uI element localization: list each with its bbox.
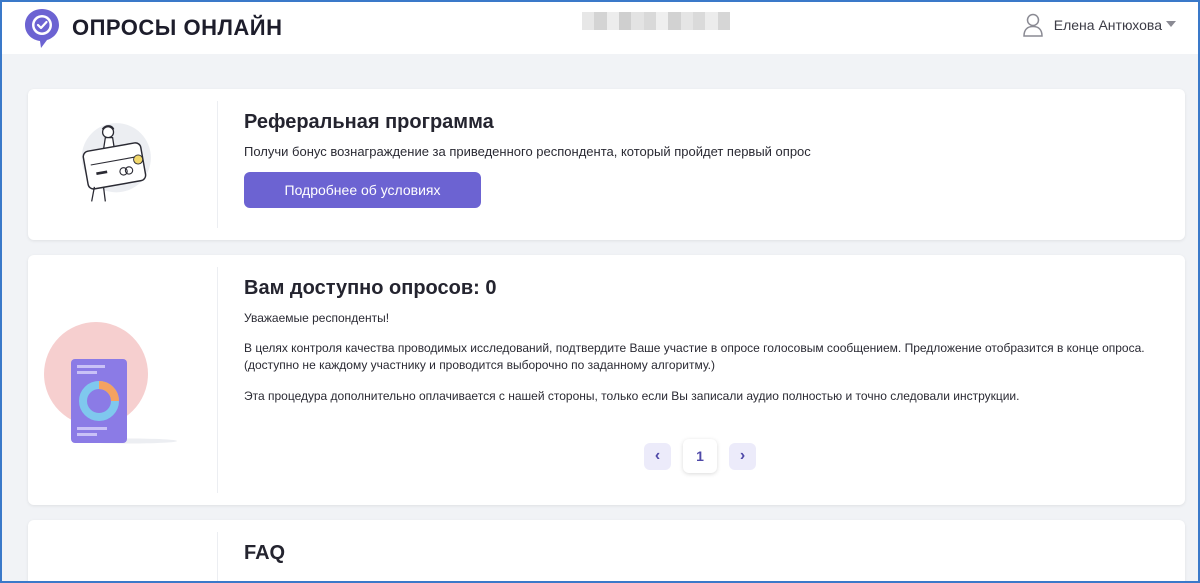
referral-card: Реферальная программа Получи бонус возна… <box>28 89 1185 240</box>
faq-card: FAQ <box>28 520 1185 581</box>
referral-title: Реферальная программа <box>244 111 494 133</box>
surveys-paragraph2: Эта процедура дополнительно оплачивается… <box>244 389 1020 403</box>
top-header: ОПРОСЫ ОНЛАЙН Елена Антюхова <box>2 2 1198 54</box>
faq-title: FAQ <box>244 542 286 564</box>
user-menu[interactable]: Елена Антюхова <box>1022 13 1162 37</box>
pagination-prev-button[interactable]: ‹ <box>644 442 671 470</box>
pagination: ‹ 1 › <box>644 439 756 473</box>
referral-details-button[interactable]: Подробнее об условиях <box>244 172 481 208</box>
card-divider <box>217 532 218 581</box>
user-icon <box>1023 13 1043 37</box>
referral-description: Получи бонус вознаграждение за приведенн… <box>244 144 811 159</box>
blurred-element <box>582 12 730 30</box>
surveys-count-title: Вам доступно опросов: 0 <box>244 277 497 299</box>
surveys-card: Вам доступно опросов: 0 Уважаемые респон… <box>28 255 1185 505</box>
surveys-greeting: Уважаемые респонденты! <box>244 311 390 325</box>
card-divider <box>217 267 218 493</box>
surveys-paragraph1-line1: В целях контроля качества проводимых исс… <box>244 341 1145 355</box>
user-name[interactable]: Елена Антюхова <box>1054 17 1162 33</box>
survey-document-icon <box>44 322 177 444</box>
logo-check-icon[interactable] <box>22 7 62 49</box>
chevron-down-icon[interactable] <box>1166 21 1176 27</box>
app-frame: ОПРОСЫ ОНЛАЙН Елена Антюхова Реферальная… <box>0 0 1200 583</box>
card-divider <box>217 101 218 228</box>
pagination-page-current[interactable]: 1 <box>683 439 717 473</box>
referral-illustration-icon <box>81 123 151 202</box>
surveys-paragraph1-line2: (доступно не каждому участнику и проводи… <box>244 358 715 372</box>
logo-text[interactable]: ОПРОСЫ ОНЛАЙН <box>72 15 282 41</box>
pagination-next-button[interactable]: › <box>729 442 756 470</box>
